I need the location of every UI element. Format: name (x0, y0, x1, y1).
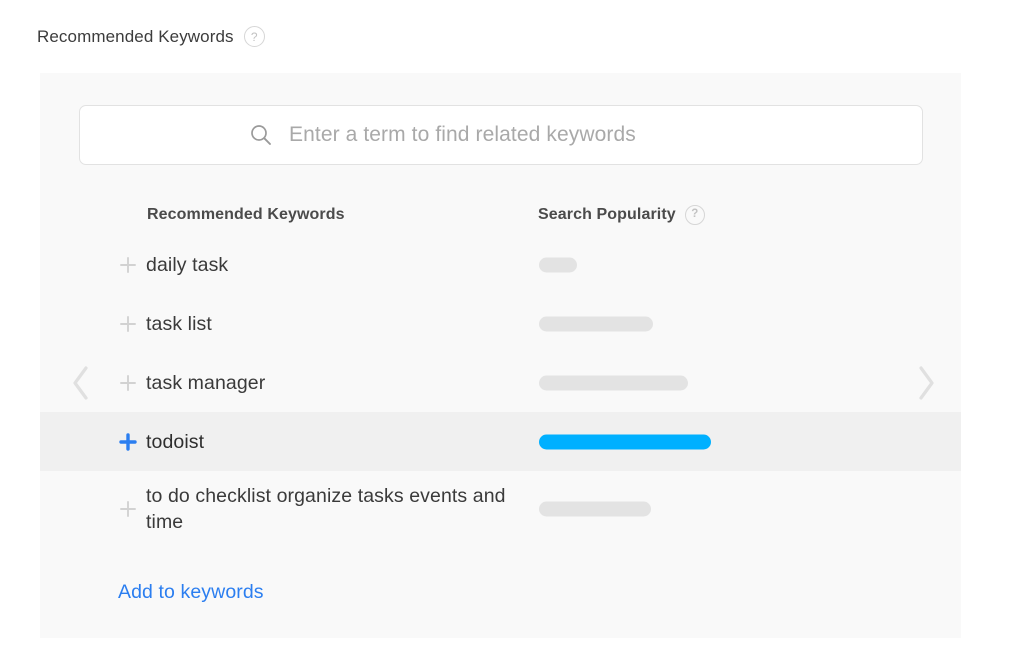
help-circle-icon[interactable]: ? (244, 26, 265, 47)
add-keyword-plus-icon[interactable] (119, 374, 137, 392)
popularity-bar (539, 257, 577, 272)
table-row[interactable]: task manager (40, 353, 961, 412)
table-row[interactable]: task list (40, 294, 961, 353)
page-title: Recommended Keywords (37, 28, 234, 45)
popularity-cell (539, 434, 711, 449)
column-header-popularity-label: Search Popularity (538, 206, 676, 224)
popularity-cell (539, 502, 651, 517)
popularity-cell (539, 257, 577, 272)
keyword-label: task list (146, 311, 526, 337)
add-to-keywords-link[interactable]: Add to keywords (118, 581, 264, 604)
add-keyword-plus-icon[interactable] (119, 433, 137, 451)
keywords-table: Recommended Keywords Search Popularity ?… (40, 195, 961, 547)
add-keyword-plus-icon[interactable] (119, 256, 137, 274)
keyword-label: todoist (146, 429, 526, 455)
keyword-label: task manager (146, 370, 526, 396)
popularity-bar (539, 375, 688, 390)
table-header-row: Recommended Keywords Search Popularity ? (40, 195, 961, 235)
column-header-keyword: Recommended Keywords (147, 206, 345, 224)
popularity-bar (539, 434, 711, 449)
table-rows: daily task task list task manager todoist to… (40, 235, 961, 547)
keywords-panel: Recommended Keywords Search Popularity ?… (40, 73, 961, 638)
popularity-cell (539, 316, 653, 331)
table-row[interactable]: to do checklist organize tasks events an… (40, 471, 961, 547)
add-keyword-plus-icon[interactable] (119, 315, 137, 333)
column-header-popularity: Search Popularity ? (538, 205, 705, 225)
recommended-keywords-screen: Recommended Keywords ? (0, 0, 1024, 657)
keyword-label: daily task (146, 252, 526, 278)
table-row[interactable]: daily task (40, 235, 961, 294)
add-keyword-plus-icon[interactable] (119, 500, 137, 518)
popularity-bar (539, 502, 651, 517)
table-row[interactable]: todoist (40, 412, 961, 471)
search-icon (249, 123, 273, 147)
search-box[interactable] (79, 105, 923, 165)
popularity-bar (539, 316, 653, 331)
popularity-help-circle-icon[interactable]: ? (685, 205, 705, 225)
keyword-label: to do checklist organize tasks events an… (146, 483, 526, 535)
popularity-cell (539, 375, 688, 390)
page-title-row: Recommended Keywords ? (37, 26, 265, 47)
search-input[interactable] (287, 122, 717, 148)
search-inner (249, 122, 717, 148)
